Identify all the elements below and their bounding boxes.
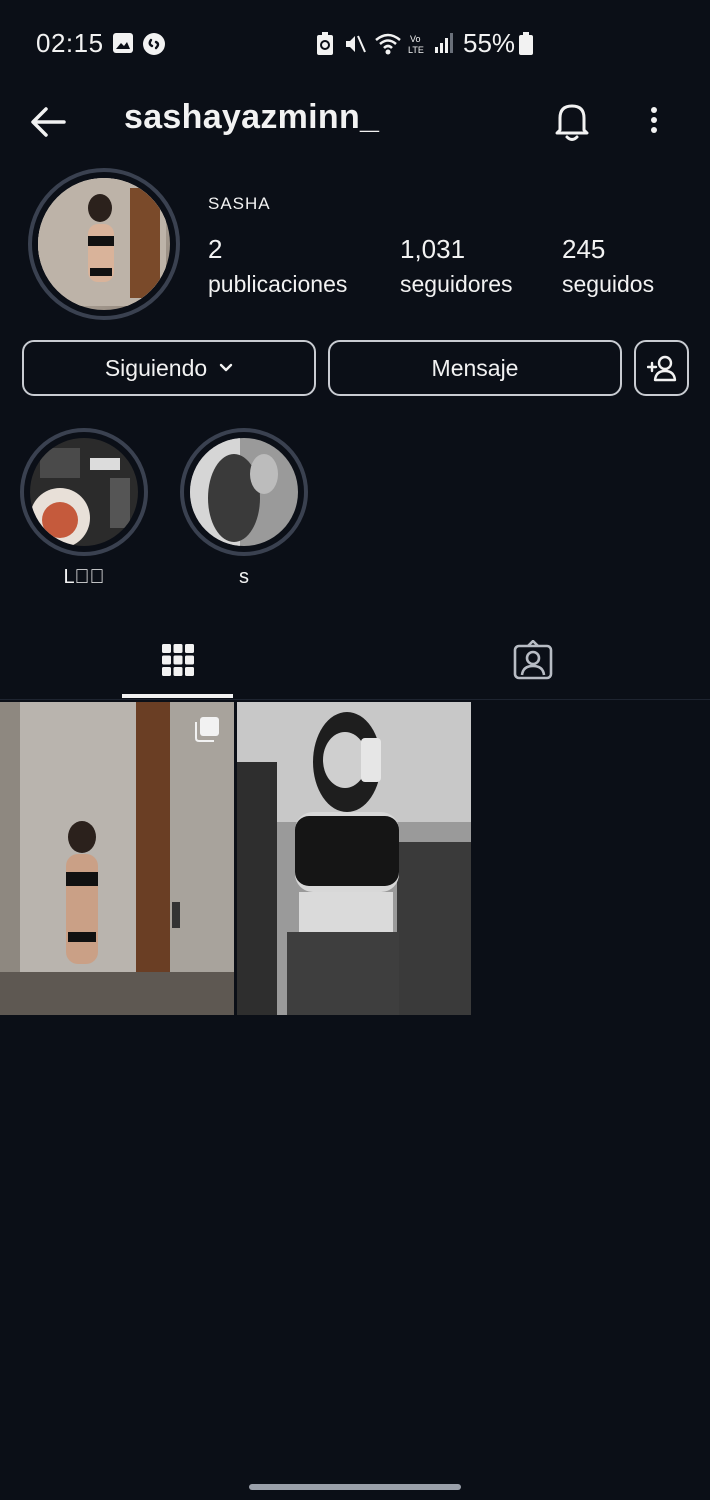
more-options-icon[interactable] bbox=[634, 96, 674, 144]
highlight-cover bbox=[30, 438, 138, 546]
stat-followers[interactable]: 1,031 seguidores bbox=[400, 234, 513, 298]
following-button-label: Siguiendo bbox=[104, 354, 208, 381]
stat-followers-count: 1,031 bbox=[400, 234, 466, 264]
stat-posts-label: publicaciones bbox=[208, 271, 348, 297]
post-thumbnail[interactable] bbox=[0, 702, 234, 1015]
mute-icon bbox=[346, 35, 366, 53]
post-1-image bbox=[0, 702, 234, 1015]
battery-saver-icon bbox=[317, 32, 333, 55]
profile-tabs bbox=[0, 620, 710, 700]
stat-posts-count: 2 bbox=[208, 234, 223, 264]
status-bar: 02:15 Vo LTE 55% bbox=[0, 0, 710, 86]
story-highlight-1[interactable]: L🅂🏼 bbox=[19, 428, 149, 589]
notifications-bell-icon[interactable] bbox=[548, 96, 596, 144]
profile-display-name: SASHA bbox=[208, 194, 271, 213]
back-arrow-icon[interactable] bbox=[24, 98, 72, 146]
stat-followers-label: seguidores bbox=[400, 271, 513, 297]
wifi-icon bbox=[375, 33, 401, 55]
highlight-1-label: L🅂🏼 bbox=[63, 566, 105, 588]
shazam-icon bbox=[143, 33, 165, 55]
tab-posts-grid[interactable] bbox=[0, 620, 355, 700]
post-thumbnail[interactable] bbox=[237, 702, 471, 1015]
gallery-notification-icon bbox=[113, 33, 133, 53]
multiple-photos-icon bbox=[195, 717, 219, 742]
active-tab-indicator bbox=[122, 694, 233, 698]
svg-text:Vo: Vo bbox=[410, 34, 421, 44]
battery-percentage: 55% bbox=[463, 28, 516, 58]
add-person-icon bbox=[646, 355, 676, 382]
profile-username: sashayazminn_ bbox=[124, 98, 380, 136]
highlight-cover bbox=[190, 438, 298, 546]
story-highlight-2[interactable]: s bbox=[179, 428, 309, 589]
stat-following-count: 245 bbox=[562, 234, 606, 264]
message-button-label: Mensaje bbox=[431, 354, 519, 381]
highlight-ring bbox=[180, 428, 308, 556]
highlight-ring bbox=[20, 428, 148, 556]
profile-avatar[interactable] bbox=[28, 168, 180, 320]
svg-text:LTE: LTE bbox=[408, 45, 424, 55]
stat-following-label: seguidos bbox=[562, 271, 655, 297]
post-2-image bbox=[237, 702, 471, 1015]
highlight-cover-image bbox=[30, 438, 138, 546]
message-button[interactable]: Mensaje bbox=[328, 340, 622, 396]
grid-icon bbox=[161, 644, 194, 676]
avatar-image bbox=[38, 178, 170, 310]
gesture-navigation-bar[interactable] bbox=[249, 1484, 461, 1490]
volte-icon: Vo LTE bbox=[408, 34, 424, 55]
following-button[interactable]: Siguiendo bbox=[22, 340, 316, 396]
avatar-photo bbox=[38, 178, 166, 306]
stat-following[interactable]: 245 seguidos bbox=[562, 234, 654, 298]
tagged-icon bbox=[513, 640, 552, 680]
profile-header: sashayazminn_ bbox=[0, 86, 710, 158]
highlight-2-label: s bbox=[239, 566, 249, 588]
battery-icon bbox=[519, 32, 533, 55]
stat-posts[interactable]: 2 publicaciones bbox=[208, 234, 347, 298]
status-time: 02:15 bbox=[36, 28, 104, 58]
signal-icon bbox=[435, 33, 453, 53]
tab-tagged[interactable] bbox=[355, 620, 710, 700]
chevron-down-icon bbox=[219, 363, 233, 372]
suggest-people-button[interactable] bbox=[634, 340, 689, 396]
highlight-cover-image bbox=[190, 438, 298, 546]
